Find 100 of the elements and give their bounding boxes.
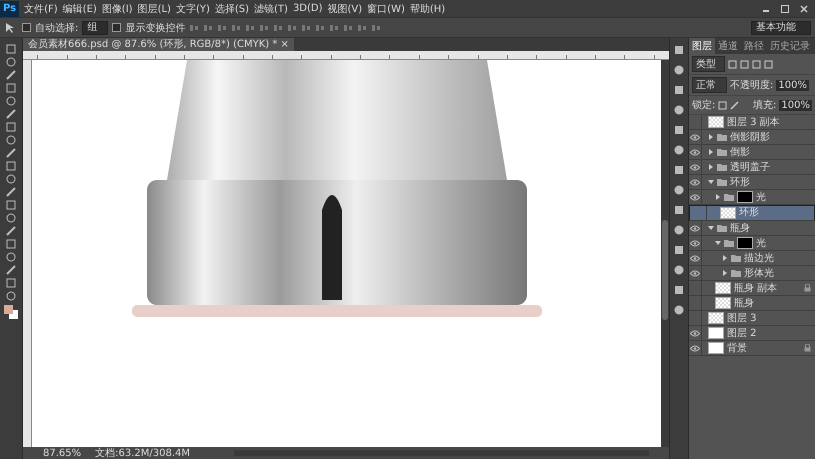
tool-icon[interactable] xyxy=(5,200,17,210)
panel-icon[interactable] xyxy=(673,44,685,56)
expand-triangle-icon[interactable] xyxy=(708,179,714,185)
panel-icon[interactable] xyxy=(673,244,685,256)
eye-icon[interactable] xyxy=(690,344,700,352)
tool-icon[interactable] xyxy=(5,44,17,54)
menu-item[interactable]: 图层(L) xyxy=(138,2,171,16)
layer-row[interactable]: 形体光 xyxy=(689,266,815,281)
eye-icon[interactable] xyxy=(690,164,700,170)
expand-triangle-icon[interactable] xyxy=(708,225,714,231)
panel-icon[interactable] xyxy=(673,144,685,156)
layer-row[interactable]: 背景 xyxy=(689,341,815,356)
layer-row[interactable]: 瓶身 xyxy=(689,296,815,311)
panel-icon[interactable] xyxy=(673,304,685,316)
eye-icon[interactable] xyxy=(690,178,700,186)
tool-icon[interactable] xyxy=(5,239,17,249)
tool-icon[interactable] xyxy=(5,83,17,93)
tool-icon[interactable] xyxy=(5,252,17,262)
eye-icon[interactable] xyxy=(690,254,700,262)
panel-icon[interactable] xyxy=(673,264,685,276)
tool-icon[interactable] xyxy=(5,291,17,301)
panel-icon[interactable] xyxy=(673,84,685,96)
eye-icon[interactable] xyxy=(690,148,700,156)
menu-item[interactable]: 滤镜(T) xyxy=(254,2,288,16)
panel-tab[interactable]: 通道 xyxy=(715,38,741,54)
expand-triangle-icon[interactable] xyxy=(708,134,714,140)
auto-select-dropdown[interactable]: 组 xyxy=(82,20,108,34)
eye-icon[interactable] xyxy=(690,134,700,140)
checkbox[interactable] xyxy=(22,23,31,32)
tool-icon[interactable] xyxy=(5,174,17,184)
layer-row[interactable]: 环形 xyxy=(689,175,815,190)
fill-field[interactable]: 100% xyxy=(779,100,812,110)
tool-icon[interactable] xyxy=(5,96,17,106)
panel-icon[interactable] xyxy=(673,64,685,76)
layer-row[interactable]: 环形 xyxy=(689,205,815,221)
expand-triangle-icon[interactable] xyxy=(715,194,721,200)
menu-item[interactable]: 文件(F) xyxy=(24,2,58,16)
tool-icon[interactable] xyxy=(5,226,17,236)
menu-item[interactable]: 3D(D) xyxy=(292,3,323,14)
menu-item[interactable]: 文字(Y) xyxy=(176,2,210,16)
tool-icon[interactable] xyxy=(5,57,17,67)
tab-close-button[interactable]: × xyxy=(280,39,289,50)
panel-icon[interactable] xyxy=(673,164,685,176)
brush-icon[interactable] xyxy=(730,100,740,110)
layer-row[interactable]: 倒影阴影 xyxy=(689,130,815,145)
menu-item[interactable]: 选择(S) xyxy=(214,2,250,16)
tool-icon[interactable] xyxy=(5,265,17,275)
tool-icon[interactable] xyxy=(5,122,17,132)
expand-triangle-icon[interactable] xyxy=(708,149,714,155)
filter-dropdown[interactable]: 类型 xyxy=(692,56,725,72)
layer-row[interactable]: 图层 2 xyxy=(689,326,815,341)
checkbox[interactable] xyxy=(112,23,122,32)
menu-item[interactable]: 窗口(W) xyxy=(367,2,405,16)
tool-icon[interactable] xyxy=(5,213,17,223)
menu-item[interactable]: 视图(V) xyxy=(328,2,362,16)
tool-icon[interactable] xyxy=(5,278,17,288)
layer-row[interactable]: 倒影 xyxy=(689,145,815,160)
layer-row[interactable]: 透明盖子 xyxy=(689,160,815,175)
menu-item[interactable]: 帮助(H) xyxy=(410,2,446,16)
layer-row[interactable]: 图层 3 副本 xyxy=(689,115,815,130)
maximize-icon[interactable] xyxy=(780,4,790,14)
lock-pixels-icon[interactable] xyxy=(718,100,728,110)
eye-icon[interactable] xyxy=(690,224,700,232)
expand-triangle-icon[interactable] xyxy=(715,240,721,246)
eye-icon[interactable] xyxy=(690,270,700,276)
layer-row[interactable]: 描边光 xyxy=(689,251,815,266)
blend-mode-dropdown[interactable]: 正常 xyxy=(692,77,727,93)
panel-tab[interactable]: 路径 xyxy=(741,38,767,54)
document-tab[interactable]: 会员素材666.psd @ 87.6% (环形, RGB/8*) (CMYK) * × xyxy=(23,38,294,51)
eye-icon[interactable] xyxy=(690,240,700,246)
opacity-field[interactable]: 100% xyxy=(776,80,809,90)
panel-icon[interactable] xyxy=(673,204,685,216)
expand-triangle-icon[interactable] xyxy=(722,270,728,276)
layer-row[interactable]: 图层 3 xyxy=(689,311,815,326)
panel-icon[interactable] xyxy=(673,184,685,196)
tool-icon[interactable] xyxy=(5,70,17,80)
panel-icon[interactable] xyxy=(673,224,685,236)
panel-icon[interactable] xyxy=(673,104,685,116)
layer-row[interactable]: 瓶身 副本 xyxy=(689,281,815,296)
tool-icon[interactable] xyxy=(5,148,17,158)
panel-tab[interactable]: 历史记录 xyxy=(767,38,813,54)
expand-triangle-icon[interactable] xyxy=(722,255,728,261)
eye-icon[interactable] xyxy=(690,194,700,200)
tool-icon[interactable] xyxy=(5,135,17,145)
panel-icon[interactable] xyxy=(673,284,685,296)
menu-item[interactable]: 图像(I) xyxy=(102,2,133,16)
close-icon[interactable] xyxy=(799,4,809,14)
color-swatches-icon[interactable] xyxy=(3,304,19,320)
layer-row[interactable]: 光 xyxy=(689,236,815,251)
tool-icon[interactable] xyxy=(5,161,17,171)
expand-triangle-icon[interactable] xyxy=(708,164,714,170)
panel-tab[interactable]: 图层 xyxy=(689,38,715,54)
panel-icon[interactable] xyxy=(673,124,685,136)
eye-icon[interactable] xyxy=(690,330,700,336)
tool-icon[interactable] xyxy=(5,109,17,119)
tool-icon[interactable] xyxy=(5,187,17,197)
scrollbar[interactable] xyxy=(661,60,669,447)
workspace-dropdown[interactable]: 基本功能 xyxy=(751,20,811,34)
menu-item[interactable]: 编辑(E) xyxy=(62,2,97,16)
layer-row[interactable]: 瓶身 xyxy=(689,221,815,236)
